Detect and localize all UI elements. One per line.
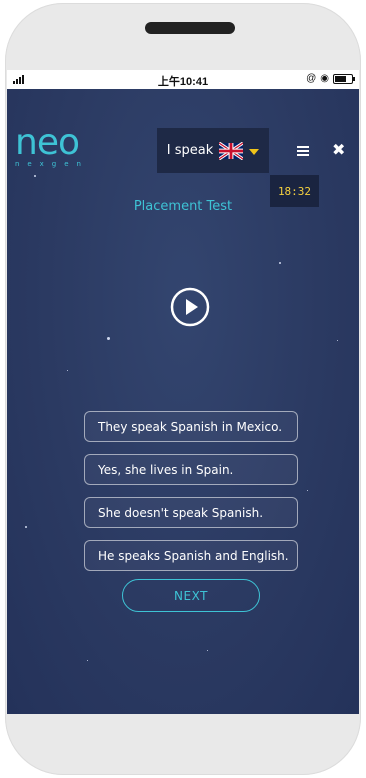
star-decoration (87, 660, 88, 661)
star-decoration (207, 650, 208, 651)
star-decoration (337, 340, 338, 341)
status-icons: @ ◉ (306, 73, 355, 84)
answer-options: They speak Spanish in Mexico. Yes, she l… (84, 411, 298, 583)
battery-icon (333, 73, 355, 84)
clock-icon: ◉ (320, 73, 329, 84)
star-decoration (67, 370, 68, 371)
star-decoration (107, 337, 110, 340)
star-decoration (25, 526, 27, 528)
star-decoration (279, 262, 281, 264)
status-bar: 上午10:41 @ ◉ (7, 70, 359, 89)
phone-speaker (145, 22, 235, 34)
brand-logo: neo nexgen (15, 122, 89, 169)
answer-option-2[interactable]: Yes, she lives in Spain. (84, 454, 298, 485)
logo-wordmark: neo (15, 122, 80, 163)
close-icon[interactable]: ✖ (332, 142, 345, 158)
logo-tagline: nexgen (15, 160, 89, 168)
next-button[interactable]: NEXT (122, 579, 260, 612)
uk-flag-icon (219, 141, 244, 160)
star-decoration (34, 175, 36, 177)
play-audio-button[interactable] (170, 287, 210, 327)
answer-option-3[interactable]: She doesn't speak Spanish. (84, 497, 298, 528)
app-screen: 上午10:41 @ ◉ neo nexgen I speak ✖ 18:32 P… (7, 70, 359, 714)
star-decoration (307, 490, 308, 491)
page-title: Placement Test (133, 199, 233, 214)
phone-frame: 上午10:41 @ ◉ neo nexgen I speak ✖ 18:32 P… (5, 3, 361, 775)
alarm-icon: @ (306, 73, 317, 84)
language-label: I speak (166, 143, 214, 158)
menu-icon[interactable] (297, 146, 309, 156)
answer-option-4[interactable]: He speaks Spanish and English. (84, 540, 298, 571)
chevron-down-icon (249, 148, 260, 155)
answer-option-1[interactable]: They speak Spanish in Mexico. (84, 411, 298, 442)
language-selector[interactable]: I speak (157, 128, 269, 173)
